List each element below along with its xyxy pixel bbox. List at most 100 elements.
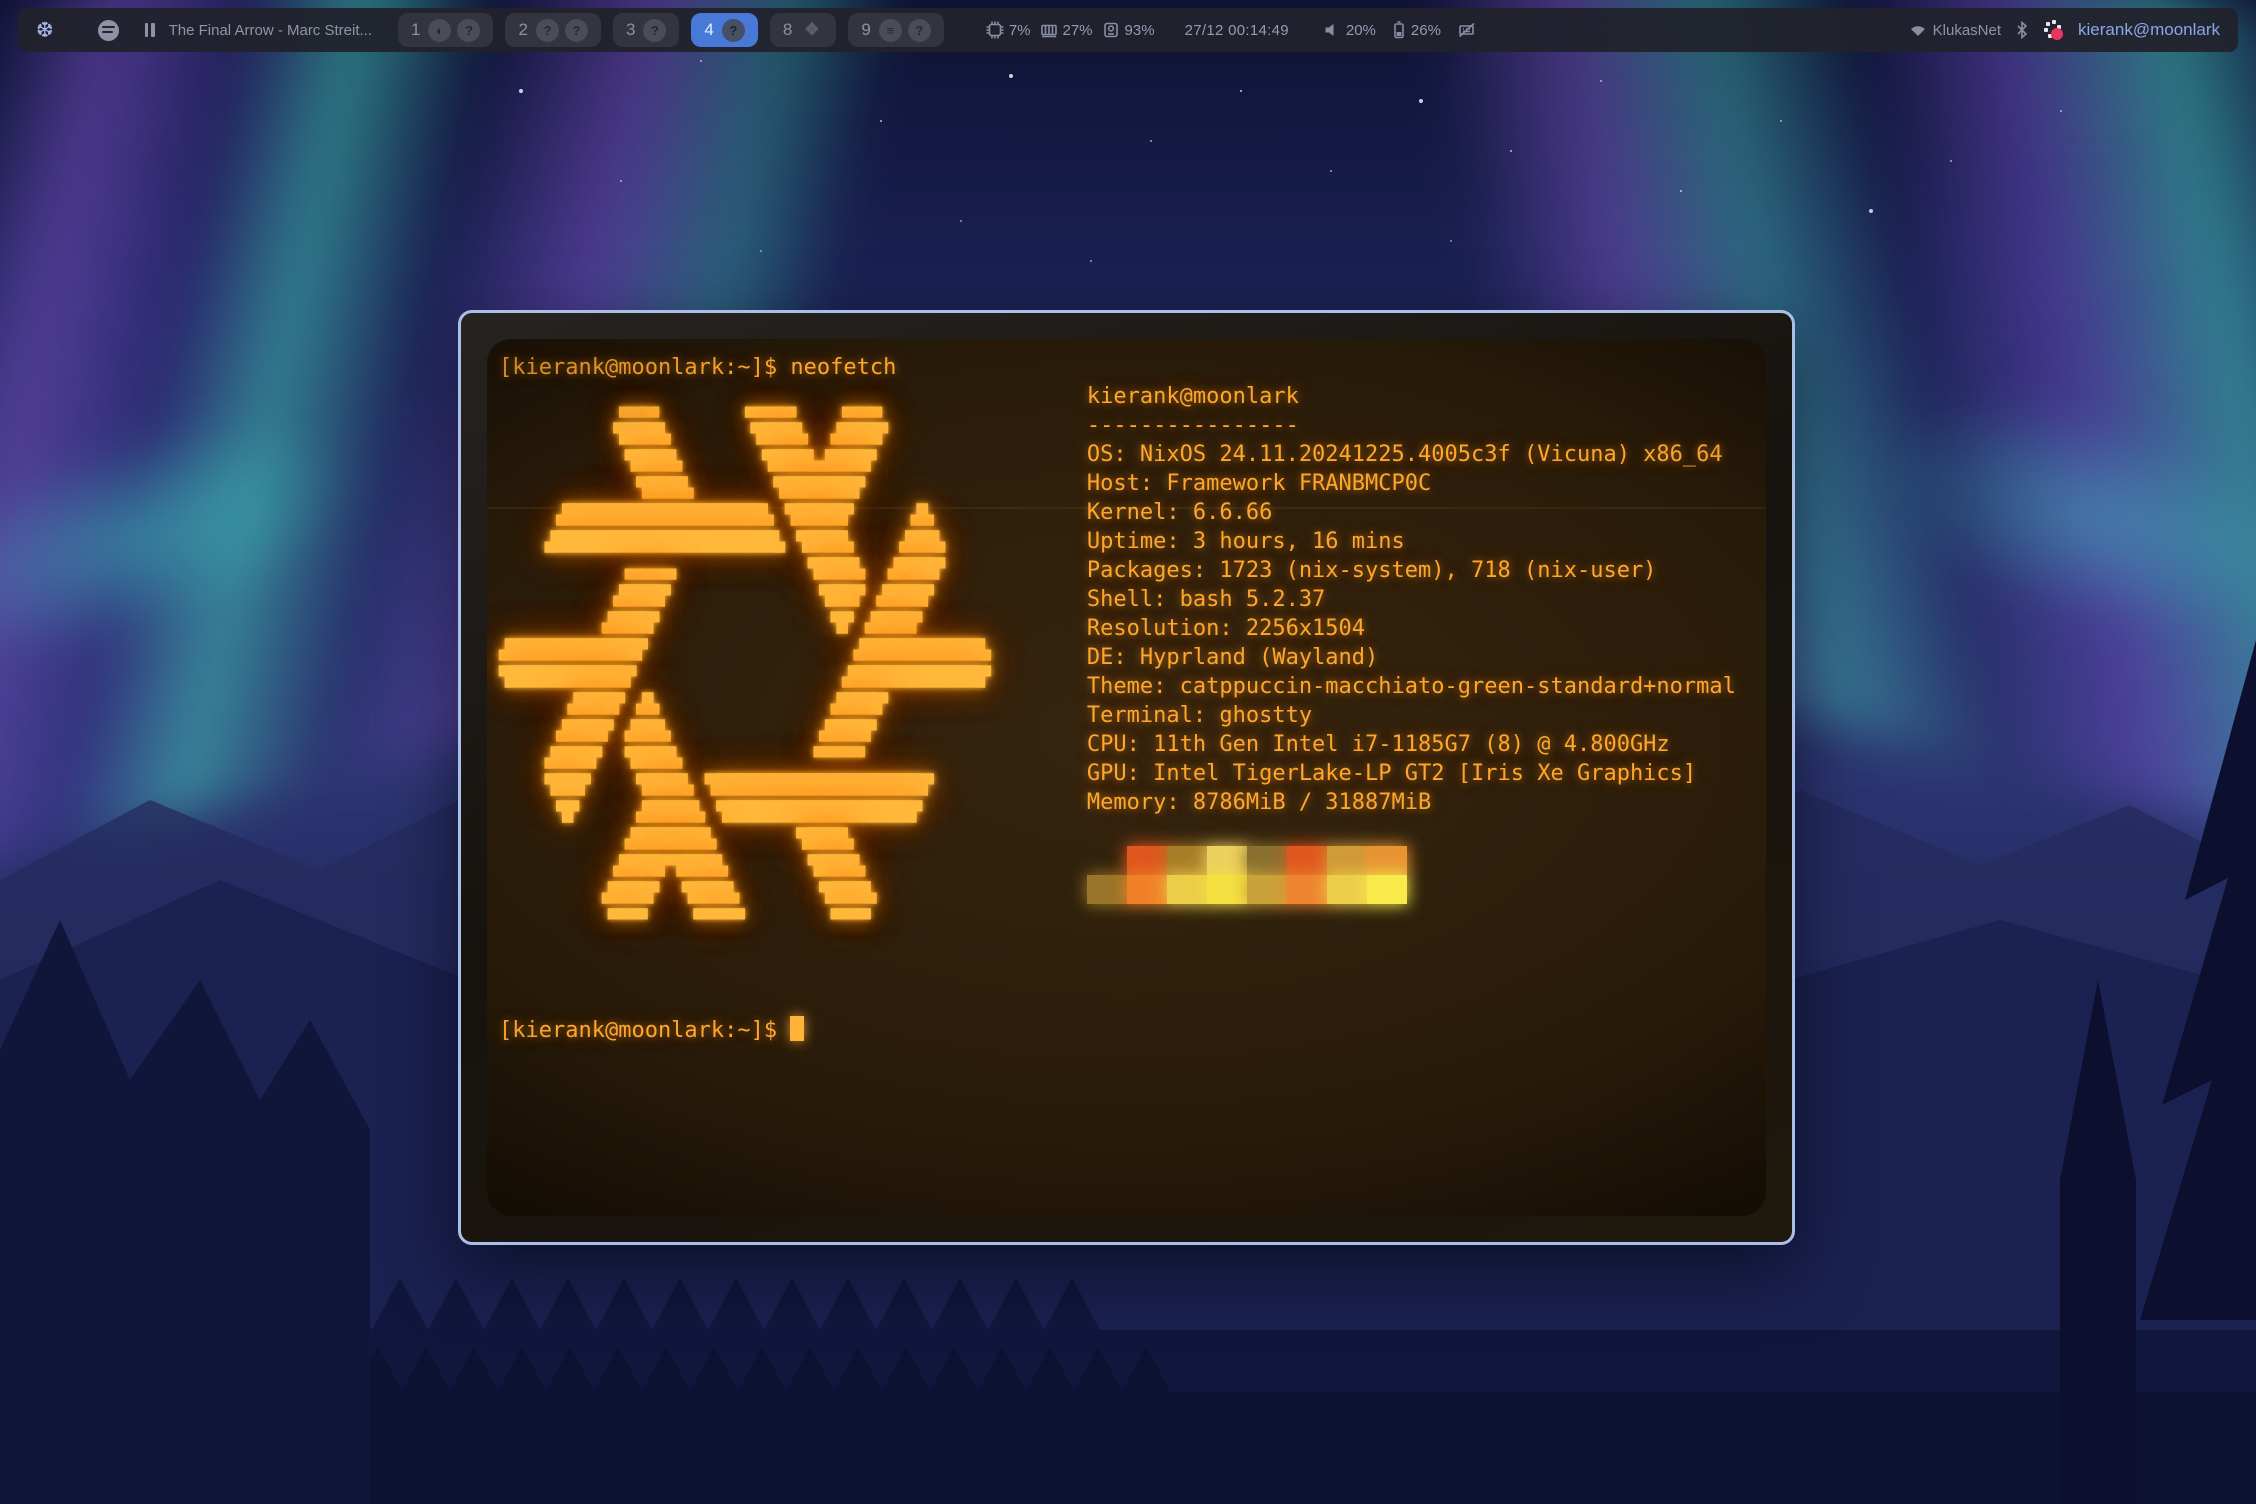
neofetch-info-column: kierank@moonlark ---------------- OS: Ni… xyxy=(1087,382,1736,904)
bluetooth-icon xyxy=(2016,21,2028,39)
user-at-host[interactable]: kierank@moonlark xyxy=(2078,20,2220,40)
tray-icon[interactable] xyxy=(2043,20,2063,40)
media-title[interactable]: The Final Arrow - Marc Streit... xyxy=(169,22,372,39)
workspace-icons: ❖ xyxy=(800,19,823,42)
keyboard-disabled-icon xyxy=(1457,21,1477,39)
memory-usage: 27% xyxy=(1063,22,1093,39)
palette-swatch xyxy=(1247,846,1287,875)
workspace-app-icon: ? xyxy=(536,19,559,42)
neofetch-info-line: Terminal: ghostty xyxy=(1087,701,1736,730)
neofetch-info-line: Host: Framework FRANBMCP0C xyxy=(1087,469,1736,498)
palette-swatch xyxy=(1207,846,1247,875)
neofetch-info-line: GPU: Intel TigerLake-LP GT2 [Iris Xe Gra… xyxy=(1087,759,1736,788)
neofetch-info-line: Uptime: 3 hours, 16 mins xyxy=(1087,527,1736,556)
workspace-app-icon: ◐ xyxy=(428,19,451,42)
disk-module[interactable]: 93% xyxy=(1102,21,1155,39)
top-bar: ❆ The Final Arrow - Marc Streit... 1 ◐? … xyxy=(18,8,2238,52)
shell-prompt-line-1: [kierank@moonlark:~]$ neofetch xyxy=(499,353,1754,382)
palette-swatch xyxy=(1247,875,1287,904)
shell-prompt: [kierank@moonlark:~]$ xyxy=(499,1018,777,1043)
workspace-app-icon: ? xyxy=(565,19,588,42)
workspace-app-icon: ? xyxy=(457,19,480,42)
shell-prompt: [kierank@moonlark:~]$ xyxy=(499,355,777,380)
palette-swatch xyxy=(1327,875,1367,904)
workspace-pill[interactable]: 1 ◐? xyxy=(398,13,493,47)
workspace-app-icon: ≡ xyxy=(879,19,902,42)
disk-usage: 93% xyxy=(1125,22,1155,39)
terminal-palette-row-2 xyxy=(1087,875,1736,904)
cpu-module[interactable]: 7% xyxy=(986,21,1031,39)
neofetch-info-line: kierank@moonlark xyxy=(1087,382,1736,411)
disk-icon xyxy=(1102,21,1120,39)
workspace-app-icon: ? xyxy=(722,19,745,42)
palette-swatch xyxy=(1207,875,1247,904)
clock[interactable]: 27/12 00:14:49 xyxy=(1185,22,1289,39)
palette-swatch xyxy=(1127,846,1167,875)
neofetch-info-line: Packages: 1723 (nix-system), 718 (nix-us… xyxy=(1087,556,1736,585)
palette-swatch xyxy=(1327,846,1367,875)
terminal-content[interactable]: [kierank@moonlark:~]$ neofetch ▗▄▄▄ ▗▄▄▄… xyxy=(487,339,1766,1216)
palette-swatch xyxy=(1287,875,1327,904)
workspace-number: 2 xyxy=(518,20,527,40)
workspace-pill[interactable]: 3 ? xyxy=(613,13,679,47)
pause-icon[interactable] xyxy=(145,23,155,37)
workspace-pill[interactable]: 9 ≡? xyxy=(848,13,943,47)
workspace-number: 3 xyxy=(626,20,635,40)
keyboard-backlight-module[interactable] xyxy=(1457,21,1477,39)
neofetch-info-line: Memory: 8786MiB / 31887MiB xyxy=(1087,788,1736,817)
crt-screen: [kierank@moonlark:~]$ neofetch ▗▄▄▄ ▗▄▄▄… xyxy=(487,339,1766,1216)
workspace-app-icon: ❖ xyxy=(800,19,823,42)
workspace-pill[interactable]: 8 ❖ xyxy=(770,13,836,47)
terminal-window[interactable]: [kierank@moonlark:~]$ neofetch ▗▄▄▄ ▗▄▄▄… xyxy=(458,310,1795,1245)
palette-swatch xyxy=(1087,875,1127,904)
nixos-menu-icon[interactable]: ❆ xyxy=(36,20,54,41)
workspace-app-icon: ? xyxy=(908,19,931,42)
network-module[interactable]: KlukasNet xyxy=(1908,22,2001,39)
network-ssid: KlukasNet xyxy=(1933,22,2001,39)
memory-module[interactable]: 27% xyxy=(1040,21,1093,39)
workspace-number: 9 xyxy=(861,20,870,40)
speaker-icon xyxy=(1323,21,1341,39)
wifi-icon xyxy=(1908,22,1928,38)
workspace-number: 4 xyxy=(704,20,713,40)
cpu-usage: 7% xyxy=(1009,22,1031,39)
palette-swatch xyxy=(1167,846,1207,875)
neofetch-info-lines: kierank@moonlark ---------------- OS: Ni… xyxy=(1087,382,1736,817)
workspace-icons: ?? xyxy=(536,19,588,42)
palette-swatch xyxy=(1087,846,1127,875)
nixos-ascii-logo: ▗▄▄▄ ▗▄▄▄▄ ▄▄▄▖ ▜███▙ ▜███▙ ▟███▛ ▜███▙ … xyxy=(499,394,991,934)
topbar-right-modules: KlukasNet kierank@moonlark xyxy=(1908,20,2220,40)
workspace-icons: ◐? xyxy=(428,19,480,42)
palette-swatch xyxy=(1367,875,1407,904)
workspace-pill[interactable]: 4 ? xyxy=(691,13,757,47)
workspace-icons: ? xyxy=(643,19,666,42)
neofetch-info-line: Resolution: 2256x1504 xyxy=(1087,614,1736,643)
workspace-number: 1 xyxy=(411,20,420,40)
neofetch-info-line: CPU: 11th Gen Intel i7-1185G7 (8) @ 4.80… xyxy=(1087,730,1736,759)
palette-swatch xyxy=(1167,875,1207,904)
bluetooth-module[interactable] xyxy=(2016,21,2028,39)
workspace-app-icon: ? xyxy=(643,19,666,42)
neofetch-info-line: OS: NixOS 24.11.20241225.4005c3f (Vicuna… xyxy=(1087,440,1736,469)
neofetch-info-line: DE: Hyprland (Wayland) xyxy=(1087,643,1736,672)
volume-module[interactable]: 20% xyxy=(1323,21,1376,39)
battery-icon xyxy=(1392,21,1406,39)
topbar-left-modules: ❆ The Final Arrow - Marc Streit... xyxy=(36,20,372,41)
neofetch-info-line: Theme: catppuccin-macchiato-green-standa… xyxy=(1087,672,1736,701)
cpu-icon xyxy=(986,21,1004,39)
terminal-palette-row-1 xyxy=(1087,846,1736,875)
memory-icon xyxy=(1040,21,1058,39)
palette-swatch xyxy=(1127,875,1167,904)
battery-level: 26% xyxy=(1411,22,1441,39)
palette-swatch xyxy=(1367,846,1407,875)
terminal-cursor xyxy=(790,1016,804,1041)
workspace-pill[interactable]: 2 ?? xyxy=(505,13,600,47)
spotify-icon[interactable] xyxy=(98,20,119,41)
shell-command: neofetch xyxy=(790,355,896,380)
shell-prompt-line-2[interactable]: [kierank@moonlark:~]$ xyxy=(499,1016,1754,1045)
neofetch-info-line: Kernel: 6.6.66 xyxy=(1087,498,1736,527)
volume-level: 20% xyxy=(1346,22,1376,39)
workspace-switcher: 1 ◐? 2 ?? 3 ? 4 ? 8 ❖ 9 xyxy=(398,13,944,47)
battery-module[interactable]: 26% xyxy=(1392,21,1441,39)
system-stats: 7% 27% 93% xyxy=(986,21,1155,39)
